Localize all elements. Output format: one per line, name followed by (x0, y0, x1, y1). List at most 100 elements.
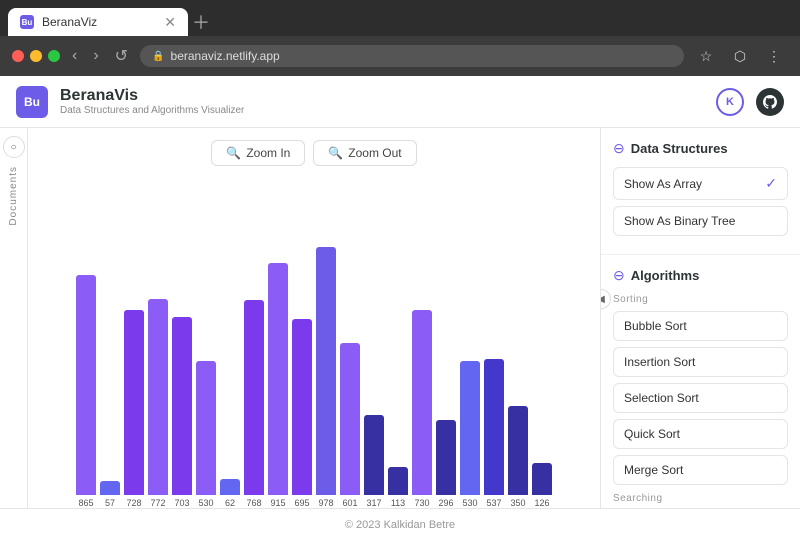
insertion-sort-item[interactable]: Insertion Sort (613, 347, 788, 377)
bar[interactable] (268, 263, 288, 495)
bar[interactable] (316, 247, 336, 495)
quick-sort-label: Quick Sort (624, 427, 680, 441)
data-structures-header: ⊖ Data Structures (613, 140, 788, 157)
menu-icon[interactable]: ⋮ (760, 42, 788, 70)
close-dot[interactable] (12, 50, 24, 62)
bar-value-label: 296 (438, 498, 453, 508)
insertion-sort-label: Insertion Sort (624, 355, 695, 369)
bar[interactable] (340, 343, 360, 495)
bookmark-icon[interactable]: ☆ (692, 42, 720, 70)
bar-value-label: 530 (462, 498, 477, 508)
bar-value-label: 695 (294, 498, 309, 508)
right-sidebar: ◀ Visualizations ⊖ Data Structures Show … (600, 128, 800, 508)
bar-value-label: 730 (414, 498, 429, 508)
bar[interactable] (220, 479, 240, 495)
bar-group: 317 (364, 415, 384, 508)
quick-sort-item[interactable]: Quick Sort (613, 419, 788, 449)
selection-sort-item[interactable]: Selection Sort (613, 383, 788, 413)
bar[interactable] (148, 299, 168, 495)
bar-value-label: 57 (105, 498, 115, 508)
tab-title: BeranaViz (42, 15, 156, 29)
refresh-button[interactable]: ↺ (111, 44, 132, 68)
bubble-sort-item[interactable]: Bubble Sort (613, 311, 788, 341)
bar-group: 730 (412, 310, 432, 508)
bar[interactable] (508, 406, 528, 495)
github-icon[interactable] (756, 88, 784, 116)
url-bar[interactable]: 🔒 beranaviz.netlify.app (140, 45, 684, 67)
bar-value-label: 772 (150, 498, 165, 508)
extensions-icon[interactable]: ⬡ (726, 42, 754, 70)
bar-value-label: 601 (342, 498, 357, 508)
zoom-out-icon: 🔍 (328, 146, 343, 160)
app-logo: Bu (16, 86, 48, 118)
bar-value-label: 62 (225, 498, 235, 508)
brand-subtitle: Data Structures and Algorithms Visualize… (60, 105, 244, 116)
sorting-label: Sorting (613, 294, 788, 305)
bar[interactable] (172, 317, 192, 495)
bar-value-label: 126 (534, 498, 549, 508)
bar-value-label: 530 (198, 498, 213, 508)
data-structures-title: Data Structures (631, 141, 728, 156)
browser-tab[interactable]: Bu BeranaViz ✕ (8, 8, 188, 36)
bar-value-label: 728 (126, 498, 141, 508)
chart-area: 8655772877270353062768915695978601317113… (28, 178, 600, 508)
bar[interactable] (124, 310, 144, 495)
bar[interactable] (292, 319, 312, 495)
bar[interactable] (388, 467, 408, 495)
window-controls (12, 50, 60, 62)
bar-group: 113 (388, 467, 408, 508)
bar-value-label: 537 (486, 498, 501, 508)
bar-group: 57 (100, 481, 120, 508)
bar[interactable] (484, 359, 504, 495)
algorithms-header: ⊖ Algorithms (613, 267, 788, 284)
sidebar-toggle-icon[interactable]: ○ (3, 136, 25, 158)
sidebar-collapse-icon[interactable]: ◀ (600, 289, 611, 309)
show-as-array-label: Show As Array (624, 177, 702, 191)
collapse-icon[interactable]: ⊖ (613, 140, 625, 157)
bar-group: 530 (196, 361, 216, 508)
bar-group: 126 (532, 463, 552, 508)
zoom-out-button[interactable]: 🔍 Zoom Out (313, 140, 416, 166)
bar[interactable] (532, 463, 552, 495)
brand-name: BeranaVis (60, 87, 244, 105)
algorithms-collapse-icon[interactable]: ⊖ (613, 267, 625, 284)
bar-value-label: 113 (391, 498, 405, 508)
browser-chrome: Bu BeranaViz ✕ ＋ ‹ › ↺ 🔒 beranaviz.netli… (0, 0, 800, 76)
left-sidebar: ○ Documents (0, 128, 28, 508)
bar[interactable] (100, 481, 120, 495)
back-button[interactable]: ‹ (68, 45, 81, 67)
zoom-controls: 🔍 Zoom In 🔍 Zoom Out (211, 140, 416, 166)
bar[interactable] (460, 361, 480, 495)
bar-value-label: 768 (246, 498, 261, 508)
show-as-array-item[interactable]: Show As Array ✓ (613, 167, 788, 200)
avatar[interactable]: K (716, 88, 744, 116)
minimize-dot[interactable] (30, 50, 42, 62)
tab-close-icon[interactable]: ✕ (164, 14, 176, 31)
algorithms-section: ⊖ Algorithms Sorting Bubble Sort Inserti… (601, 255, 800, 508)
bar[interactable] (244, 300, 264, 495)
bar-value-label: 865 (78, 498, 93, 508)
bar[interactable] (76, 275, 96, 495)
merge-sort-item[interactable]: Merge Sort (613, 455, 788, 485)
new-tab-icon[interactable]: ＋ (192, 9, 210, 35)
app-footer: © 2023 Kalkidan Betre (0, 508, 800, 540)
forward-button[interactable]: › (89, 45, 102, 67)
tab-favicon: Bu (20, 15, 34, 29)
bar[interactable] (196, 361, 216, 495)
bar-group: 695 (292, 319, 312, 508)
bar-group: 62 (220, 479, 240, 508)
bar-value-label: 915 (270, 498, 285, 508)
show-as-binary-tree-item[interactable]: Show As Binary Tree (613, 206, 788, 236)
maximize-dot[interactable] (48, 50, 60, 62)
bar[interactable] (412, 310, 432, 495)
bar[interactable] (364, 415, 384, 495)
app-container: Bu BeranaVis Data Structures and Algorit… (0, 76, 800, 540)
bar[interactable] (436, 420, 456, 495)
bar-group: 768 (244, 300, 264, 508)
bar-group: 772 (148, 299, 168, 508)
bar-group: 703 (172, 317, 192, 508)
selection-sort-label: Selection Sort (624, 391, 699, 405)
zoom-in-button[interactable]: 🔍 Zoom In (211, 140, 305, 166)
browser-actions: ☆ ⬡ ⋮ (692, 42, 788, 70)
searching-label: Searching (613, 493, 788, 504)
